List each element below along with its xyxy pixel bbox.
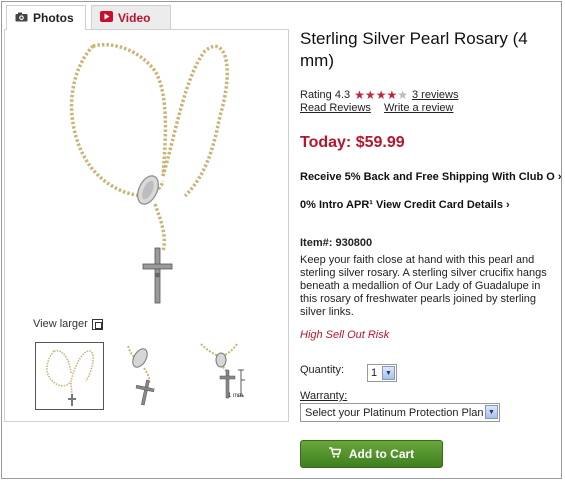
star-icon: ★ [364, 88, 376, 102]
product-description: Keep your faith close at hand with this … [300, 254, 547, 318]
tab-video-label: Video [118, 10, 151, 25]
quantity-label: Quantity: [300, 364, 345, 376]
star-icon: ★ [386, 88, 398, 102]
write-review-link[interactable]: Write a review [384, 102, 453, 114]
thumbnail-rosary-full[interactable] [35, 342, 104, 410]
chevron-down-icon: ▼ [485, 405, 498, 419]
enlarge-icon [91, 318, 103, 330]
warranty-select[interactable]: Select your Platinum Protection Plan ▼ [300, 403, 500, 422]
view-larger-link[interactable]: View larger [33, 318, 103, 330]
thumbnail-rosary-detail[interactable] [116, 342, 185, 410]
thumbnail-rosary-size[interactable]: 1 mm [197, 342, 266, 410]
product-main-image[interactable] [55, 36, 245, 311]
star-rating: ★★★★★ [354, 88, 408, 102]
thumbnail-image [127, 345, 155, 406]
size-label: 1 mm [228, 393, 243, 399]
star-icon: ★ [375, 88, 387, 102]
tab-video[interactable]: Video [91, 5, 171, 29]
rating-row: Rating 4.3 ★★★★★ 3 reviews [300, 88, 458, 102]
product-title: Sterling Silver Pearl Rosary (4 mm) [300, 29, 528, 70]
read-reviews-link[interactable]: Read Reviews [300, 102, 371, 114]
price: Today: $59.99 [300, 134, 405, 151]
quantity-select[interactable]: 1 ▼ [367, 364, 397, 382]
item-number: Item#: 930800 [300, 237, 373, 249]
tab-photos[interactable]: Photos [6, 5, 86, 30]
review-links: Read Reviews Write a review [300, 102, 453, 114]
video-play-icon [100, 10, 113, 25]
cart-icon [328, 447, 342, 461]
camera-icon [15, 11, 28, 25]
add-to-cart-label: Add to Cart [348, 447, 415, 461]
rating-label: Rating 4.3 [300, 89, 351, 101]
quantity-value: 1 [371, 367, 378, 379]
club-o-promo-link[interactable]: Receive 5% Back and Free Shipping With C… [300, 171, 562, 183]
add-to-cart-button[interactable]: Add to Cart [300, 440, 443, 468]
star-empty-icon: ★ [397, 88, 408, 102]
chevron-down-icon: ▼ [382, 366, 395, 380]
warranty-label: Warranty: [300, 390, 348, 402]
warranty-value: Select your Platinum Protection Plan [305, 406, 484, 419]
credit-card-promo-link[interactable]: 0% Intro APR¹ View Credit Card Details › [300, 199, 510, 211]
star-icon: ★ [354, 88, 365, 102]
view-larger-label: View larger [33, 318, 88, 330]
reviews-count-link[interactable]: 3 reviews [412, 89, 458, 101]
thumbnail-image [46, 349, 94, 406]
tab-photos-label: Photos [33, 11, 74, 25]
stock-note: High Sell Out Risk [300, 329, 390, 341]
